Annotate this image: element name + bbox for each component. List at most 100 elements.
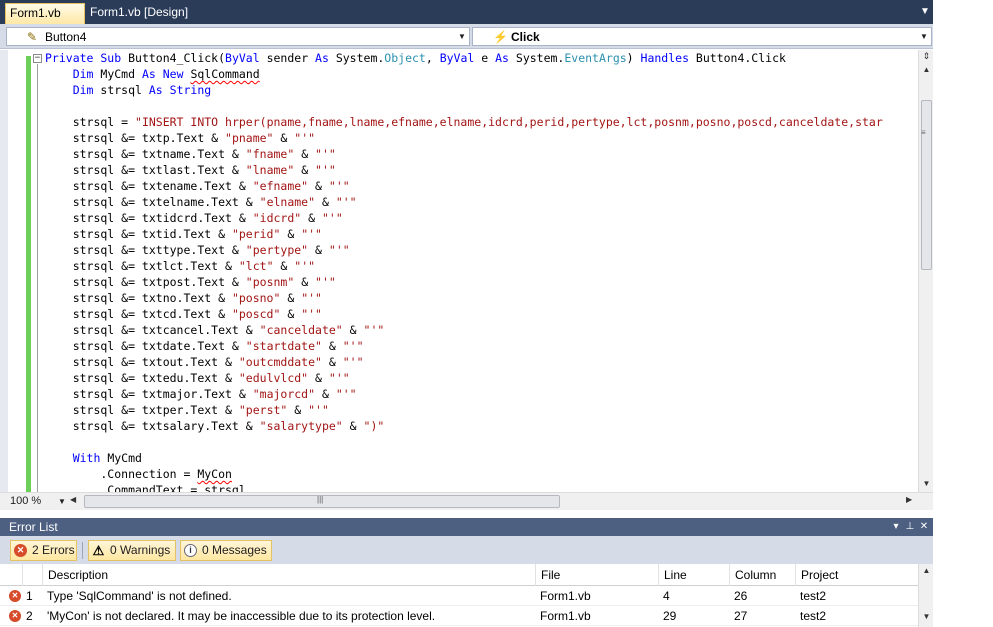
info-icon: i — [184, 544, 197, 557]
code-line[interactable]: strsql &= txtid.Text & "perid" & "'" — [45, 226, 920, 242]
col-header-description[interactable]: Description — [42, 564, 535, 586]
code-line[interactable] — [45, 434, 920, 450]
code-token: strsql &= txtcancel.Text & — [45, 323, 260, 337]
code-line[interactable]: .CommandText = strsql — [45, 482, 920, 492]
code-line[interactable]: strsql &= txtpost.Text & "posnm" & "'" — [45, 274, 920, 290]
code-line[interactable] — [45, 98, 920, 114]
code-line[interactable]: strsql &= txtidcrd.Text & "idcrd" & "'" — [45, 210, 920, 226]
error-row[interactable]: ✕ 1 Type 'SqlCommand' is not defined. Fo… — [0, 586, 918, 606]
col-header-number[interactable] — [22, 564, 42, 586]
code-line[interactable]: strsql &= txtper.Text & "perst" & "'" — [45, 402, 920, 418]
code-token: "posnm" — [245, 275, 295, 289]
error-row[interactable]: ✕ 2 'MyCon' is not declared. It may be i… — [0, 606, 918, 626]
col-header-icon[interactable] — [0, 564, 22, 586]
code-line[interactable]: strsql &= txtp.Text & "pname" & "'" — [45, 130, 920, 146]
messages-filter-button[interactable]: i 0 Messages — [180, 540, 272, 561]
object-combo[interactable]: ✎ Button4 ▼ — [6, 27, 470, 46]
error-file: Form1.vb — [540, 609, 591, 623]
error-project: test2 — [800, 589, 827, 603]
code-token: "outcmddate" — [238, 355, 322, 369]
code-token: System. — [328, 51, 385, 65]
code-token: "'" — [363, 323, 385, 337]
code-line[interactable]: strsql &= txtcd.Text & "poscd" & "'" — [45, 306, 920, 322]
code-token: strsql &= txtename.Text & — [45, 179, 253, 193]
split-handle-icon[interactable]: ⇕ — [920, 50, 933, 62]
chevron-down-icon[interactable]: ▼ — [58, 494, 66, 509]
code-token: ")" — [363, 419, 385, 433]
code-token: "startdate" — [245, 339, 322, 353]
code-token: ByVal — [439, 51, 475, 65]
col-header-column[interactable]: Column — [729, 564, 795, 586]
scroll-down-icon[interactable]: ▼ — [920, 478, 933, 490]
navigation-bar: ✎ Button4 ▼ ⚡ Click ▼ — [0, 24, 933, 49]
error-list-scrollbar[interactable]: ▲ ▼ — [918, 564, 933, 627]
code-line[interactable]: strsql &= txtmajor.Text & "majorcd" & "'… — [45, 386, 920, 402]
scroll-down-icon[interactable]: ▼ — [920, 612, 933, 621]
code-token: , — [425, 51, 440, 65]
editor-vertical-scrollbar[interactable]: ⇕ ▲ ≡ ▼ — [918, 50, 933, 492]
code-line[interactable]: strsql &= txtname.Text & "fname" & "'" — [45, 146, 920, 162]
col-header-project[interactable]: Project — [795, 564, 918, 586]
window-position-icon[interactable]: ▾ — [890, 520, 902, 534]
scroll-up-icon[interactable]: ▲ — [920, 64, 933, 76]
error-grid: Description File Line Column Project ✕ 1… — [0, 564, 933, 627]
code-token: Dim — [72, 83, 94, 97]
code-line[interactable]: strsql &= txtdate.Text & "startdate" & "… — [45, 338, 920, 354]
col-header-file[interactable]: File — [535, 564, 658, 586]
error-number: 1 — [26, 589, 33, 603]
code-token: strsql &= txtidcrd.Text & — [45, 211, 253, 225]
vertical-scroll-thumb[interactable] — [921, 100, 932, 270]
zoom-combo[interactable]: 100 % ▼ — [4, 494, 66, 509]
code-text-area[interactable]: Private Sub Button4_Click(ByVal sender A… — [45, 50, 920, 492]
code-line[interactable]: Dim strsql As String — [45, 82, 920, 98]
code-line[interactable]: With MyCmd — [45, 450, 920, 466]
code-line[interactable]: strsql &= txtename.Text & "efname" & "'" — [45, 178, 920, 194]
zoom-value: 100 % — [10, 495, 42, 507]
code-token: "'" — [315, 275, 336, 289]
chevron-down-icon[interactable]: ▼ — [919, 30, 929, 44]
error-grid-header: Description File Line Column Project — [0, 564, 918, 586]
code-token: strsql &= txtelname.Text & — [45, 195, 260, 209]
scroll-left-icon[interactable]: ◀ — [70, 495, 76, 504]
close-icon[interactable]: ✕ — [918, 520, 930, 534]
code-token: Dim — [72, 67, 94, 81]
code-line[interactable]: strsql &= txtlast.Text & "lname" & "'" — [45, 162, 920, 178]
event-combo[interactable]: ⚡ Click ▼ — [472, 27, 932, 46]
code-line[interactable]: strsql &= txtcancel.Text & "canceldate" … — [45, 322, 920, 338]
code-line[interactable]: strsql &= txtedu.Text & "edulvlcd" & "'" — [45, 370, 920, 386]
code-token: "efname" — [252, 179, 309, 193]
tab-form1-design[interactable]: Form1.vb [Design] — [86, 3, 196, 24]
code-line[interactable]: strsql &= txttype.Text & "pertype" & "'" — [45, 242, 920, 258]
code-line[interactable]: strsql &= txtelname.Text & "elname" & "'… — [45, 194, 920, 210]
code-token: strsql = — [45, 115, 136, 129]
code-line[interactable]: .Connection = MyCon — [45, 466, 920, 482]
warnings-filter-button[interactable]: ⚠ 0 Warnings — [88, 540, 176, 561]
code-line[interactable]: strsql &= txtout.Text & "outcmddate" & "… — [45, 354, 920, 370]
code-token: & — [280, 227, 302, 241]
code-token: "'" — [321, 211, 343, 225]
col-header-line[interactable]: Line — [658, 564, 729, 586]
code-line[interactable]: strsql &= txtno.Text & "posno" & "'" — [45, 290, 920, 306]
collapse-icon[interactable]: − — [33, 54, 42, 63]
horizontal-scroll-thumb[interactable]: ||| — [84, 495, 560, 508]
code-line[interactable]: strsql &= txtlct.Text & "lct" & "'" — [45, 258, 920, 274]
pin-icon[interactable]: ⊥ — [904, 520, 916, 534]
error-description: Type 'SqlCommand' is not defined. — [47, 589, 232, 603]
messages-filter-label: 0 Messages — [202, 543, 267, 557]
error-column: 27 — [734, 609, 748, 623]
tab-dropdown-icon[interactable]: ▼ — [919, 4, 931, 20]
outline-guide — [37, 64, 38, 492]
code-line[interactable]: Private Sub Button4_Click(ByVal sender A… — [45, 50, 920, 66]
code-token: strsql &= txtid.Text & — [45, 227, 232, 241]
code-line[interactable]: strsql &= txtsalary.Text & "salarytype" … — [45, 418, 920, 434]
code-editor[interactable]: − Private Sub Button4_Click(ByVal sender… — [0, 50, 933, 492]
code-line[interactable]: strsql = "INSERT INTO hrper(pname,fname,… — [45, 114, 920, 130]
errors-filter-button[interactable]: ✕ 2 Errors — [10, 540, 77, 561]
tab-form1-vb[interactable]: Form1.vb — [5, 3, 85, 24]
scroll-up-icon[interactable]: ▲ — [920, 566, 933, 575]
scroll-right-icon[interactable]: ▶ — [906, 495, 912, 504]
code-token: As — [495, 51, 509, 65]
code-line[interactable]: Dim MyCmd As New SqlCommand — [45, 66, 920, 82]
chevron-down-icon[interactable]: ▼ — [457, 30, 467, 44]
